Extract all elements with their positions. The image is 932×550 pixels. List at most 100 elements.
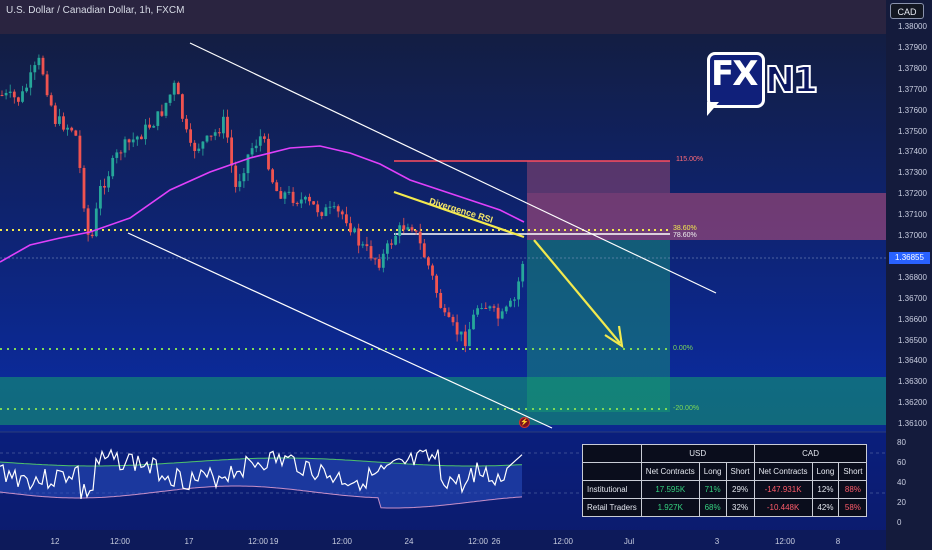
candle-body bbox=[517, 281, 520, 300]
currency-badge[interactable]: CAD bbox=[890, 3, 924, 19]
price-tick-label: 1.38000 bbox=[898, 22, 927, 31]
candle-body bbox=[12, 91, 16, 98]
stop-loss-zone[interactable] bbox=[527, 193, 886, 240]
candle-body bbox=[209, 135, 213, 137]
candle-body bbox=[504, 306, 508, 312]
candle-body bbox=[435, 275, 438, 293]
candle-body bbox=[365, 244, 369, 247]
price-tick-label: 1.37500 bbox=[898, 126, 927, 136]
candle-body bbox=[103, 185, 106, 188]
price-tick-label: 1.36700 bbox=[898, 293, 927, 303]
price-tick-label: 1.37400 bbox=[898, 147, 927, 157]
candle-body bbox=[119, 152, 123, 154]
candle-body bbox=[451, 316, 455, 323]
price-tick-label: 1.37200 bbox=[898, 189, 927, 199]
candle-body bbox=[4, 92, 8, 96]
cad-net: -10.448K bbox=[753, 498, 813, 517]
candle-body bbox=[115, 152, 119, 158]
candle-body bbox=[340, 211, 344, 215]
header-cad-long: Long bbox=[811, 462, 840, 481]
candle-body bbox=[156, 111, 160, 126]
fib-label-neg20: -20.00% bbox=[673, 405, 700, 412]
candle-body bbox=[70, 127, 74, 131]
candle-body bbox=[476, 308, 479, 315]
chart-stage[interactable]: U.S. Dollar / Canadian Dollar, 1h, FXCM … bbox=[0, 0, 932, 550]
candle-body bbox=[53, 105, 57, 124]
time-tick-label: 12:00 bbox=[109, 537, 131, 546]
candle-body bbox=[463, 331, 467, 347]
candle-body bbox=[217, 132, 221, 134]
candle-body bbox=[33, 65, 37, 73]
candle-body bbox=[197, 148, 201, 151]
time-tick-label: 12:00 bbox=[331, 537, 353, 546]
price-tick-label: 1.37300 bbox=[898, 168, 927, 178]
candle-body bbox=[394, 235, 397, 245]
candle-body bbox=[37, 57, 41, 66]
candle-body bbox=[176, 82, 180, 95]
candle-body bbox=[427, 257, 430, 266]
candle-body bbox=[336, 206, 340, 212]
candle-body bbox=[431, 265, 434, 276]
candle-body bbox=[455, 322, 459, 335]
candle-body bbox=[386, 243, 389, 254]
fib-label-386: 38.60% bbox=[673, 225, 697, 232]
positioning-table: USD CAD Net Contracts Long Short Net Con… bbox=[582, 444, 868, 517]
candle-body bbox=[258, 136, 262, 146]
candle-body bbox=[361, 244, 365, 246]
support-zone[interactable] bbox=[0, 377, 886, 425]
cad-short: 58% bbox=[838, 498, 868, 517]
candle-body bbox=[353, 228, 356, 233]
candle-body bbox=[308, 196, 311, 202]
candle-body bbox=[148, 124, 151, 128]
row-label: Institutional bbox=[582, 480, 642, 499]
candle-body bbox=[234, 165, 238, 187]
candle-body bbox=[377, 259, 381, 268]
table-row: Retail Traders 1.927K 68% 32% -10.448K 4… bbox=[582, 498, 868, 517]
candle-body bbox=[189, 129, 192, 143]
candle-body bbox=[222, 116, 225, 134]
candle-body bbox=[410, 227, 414, 231]
rsi-tick-label: 20 bbox=[897, 498, 906, 507]
candle-body bbox=[172, 82, 176, 95]
candle-body bbox=[283, 192, 287, 199]
candle-body bbox=[230, 137, 233, 166]
candle-body bbox=[226, 116, 229, 138]
lightning-icon[interactable]: ⚡ bbox=[519, 417, 530, 428]
symbol-title[interactable]: U.S. Dollar / Canadian Dollar, 1h, FXCM bbox=[6, 5, 184, 16]
candle-body bbox=[357, 228, 361, 246]
candle-body bbox=[271, 169, 274, 183]
candle-body bbox=[324, 207, 328, 216]
candle-body bbox=[168, 94, 172, 103]
candle-body bbox=[41, 57, 45, 75]
usd-long: 71% bbox=[698, 480, 727, 499]
candle-body bbox=[320, 212, 324, 216]
rsi-tick-label: 40 bbox=[897, 478, 906, 487]
price-tick-label: 1.37700 bbox=[898, 84, 927, 94]
fib-label-0: 0.00% bbox=[673, 345, 693, 352]
candle-body bbox=[295, 202, 299, 204]
header-cad-short: Short bbox=[838, 462, 868, 481]
candle-body bbox=[263, 136, 266, 139]
group-cad: CAD bbox=[753, 444, 868, 463]
cad-short: 88% bbox=[838, 480, 868, 499]
brand-logo: FX N1 bbox=[703, 46, 829, 126]
candle-body bbox=[472, 314, 475, 330]
price-tick-label: 1.36500 bbox=[898, 335, 927, 345]
candle-body bbox=[488, 306, 492, 309]
candle-body bbox=[131, 139, 135, 143]
usd-net: 17.595K bbox=[640, 480, 700, 499]
candle-body bbox=[316, 204, 320, 213]
candle-body bbox=[349, 223, 352, 233]
candle-body bbox=[312, 201, 315, 205]
risk-zone[interactable] bbox=[527, 161, 670, 193]
price-tick-label: 1.37900 bbox=[898, 42, 927, 52]
candle-body bbox=[0, 95, 4, 96]
candle-body bbox=[205, 135, 209, 142]
candle-body bbox=[484, 307, 488, 309]
candle-body bbox=[152, 125, 156, 128]
candle-body bbox=[140, 136, 143, 140]
candle-body bbox=[62, 116, 65, 130]
header-usd-short: Short bbox=[725, 462, 755, 481]
time-tick-label: 12:00 bbox=[552, 537, 574, 546]
rsi-tick-label: 0 bbox=[897, 518, 902, 527]
